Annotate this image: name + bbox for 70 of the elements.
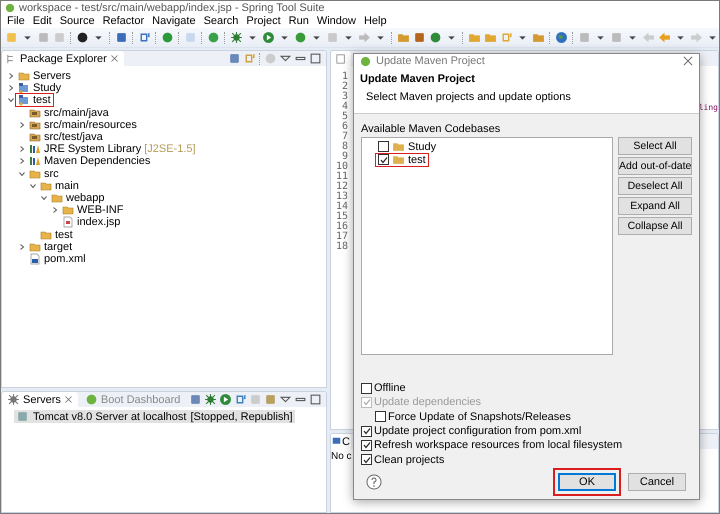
option-label: Clean projects — [374, 454, 444, 466]
line-number: 10 — [336, 162, 348, 172]
codebase-item[interactable]: Study — [376, 140, 438, 153]
line-number: 6 — [342, 122, 348, 132]
dialog-heading: Update Maven Project — [360, 72, 476, 85]
tree-item[interactable]: target — [27, 240, 74, 253]
line-number: 14 — [336, 202, 348, 212]
option-label: Offline — [374, 382, 406, 394]
tree-item[interactable]: Maven Dependencies — [27, 155, 152, 168]
tree-item[interactable]: src — [27, 168, 61, 180]
line-number: 18 — [336, 242, 348, 252]
window-title: workspace - test/src/main/webapp/index.jsp - Spring Tool Suite — [19, 2, 324, 14]
side-button[interactable]: Deselect All — [618, 176, 692, 195]
side-button[interactable]: Add out-of-date — [618, 156, 692, 175]
tree-item[interactable]: test — [16, 94, 53, 106]
view-tab[interactable]: Servers — [2, 392, 78, 407]
tree-item[interactable]: Study — [16, 82, 64, 94]
line-number: 13 — [336, 192, 348, 202]
dialog-button[interactable]: Cancel — [628, 473, 686, 492]
console-message: No c — [331, 450, 352, 464]
tree-item[interactable]: WEB-INF — [60, 204, 126, 216]
tree-item[interactable]: src/main/resources — [27, 118, 139, 131]
tree-item[interactable]: index.jsp — [60, 216, 122, 228]
menu-item[interactable]: Run — [284, 15, 313, 27]
line-number: 16 — [336, 222, 348, 232]
line-number: 4 — [342, 102, 348, 112]
tree-item[interactable]: test — [38, 228, 75, 241]
menu-item[interactable]: File — [3, 15, 29, 27]
menu-item[interactable]: Refactor — [98, 15, 148, 27]
tree-item[interactable]: Servers — [16, 70, 73, 82]
side-button[interactable]: Select All — [618, 136, 692, 155]
option-label: Update dependencies — [374, 396, 482, 408]
view-tab[interactable]: Package Explorer — [2, 51, 124, 66]
menu-item[interactable]: Source — [56, 15, 99, 27]
codebase-item[interactable]: test — [376, 154, 428, 166]
menu-item[interactable]: Search — [200, 15, 242, 27]
tree-item[interactable]: webapp — [49, 192, 107, 204]
line-number: 9 — [342, 152, 348, 162]
menu-item[interactable]: Edit — [28, 15, 56, 27]
line-number: 8 — [342, 142, 348, 152]
tree-item[interactable]: src/test/java — [27, 131, 105, 144]
option-label: Update project configuration from pom.xml — [374, 425, 582, 437]
line-number: 1 — [342, 72, 348, 82]
tree-item[interactable]: pom.xml — [27, 252, 88, 265]
side-button[interactable]: Expand All — [618, 196, 692, 215]
tree-item[interactable]: main — [38, 180, 81, 192]
line-number: 17 — [336, 232, 348, 242]
line-number: 2 — [342, 82, 348, 92]
line-number: 12 — [336, 182, 348, 192]
line-number: 5 — [342, 112, 348, 122]
dialog-button[interactable]: OK — [558, 473, 616, 492]
side-button[interactable]: Collapse All — [618, 216, 692, 235]
line-number: 7 — [342, 132, 348, 142]
line-number: 11 — [336, 172, 348, 182]
option-label: Force Update of Snapshots/Releases — [388, 410, 571, 423]
line-number: 3 — [342, 92, 348, 102]
menu-item[interactable]: Help — [360, 15, 391, 27]
code-text: ling — [698, 103, 718, 114]
menu-item[interactable]: Project — [242, 15, 285, 27]
menu-item[interactable]: Navigate — [148, 15, 200, 27]
view-tab[interactable]: C — [331, 434, 351, 449]
server-row[interactable]: Tomcat v8.0 Server at localhost [Stopped, Republish] — [14, 410, 295, 423]
line-number: 15 — [336, 212, 348, 222]
tree-item[interactable]: JRE System Library [J2SE-1.5] — [27, 143, 198, 156]
dialog-description: Select Maven projects and update options — [365, 90, 572, 103]
section-label: Available Maven Codebases — [361, 122, 502, 135]
option-label: Refresh workspace resources from local filesystem — [374, 439, 622, 452]
tree-item[interactable]: src/main/java — [27, 106, 111, 119]
dialog-title: Update Maven Project — [376, 55, 485, 68]
menu-item[interactable]: Window — [312, 15, 360, 27]
